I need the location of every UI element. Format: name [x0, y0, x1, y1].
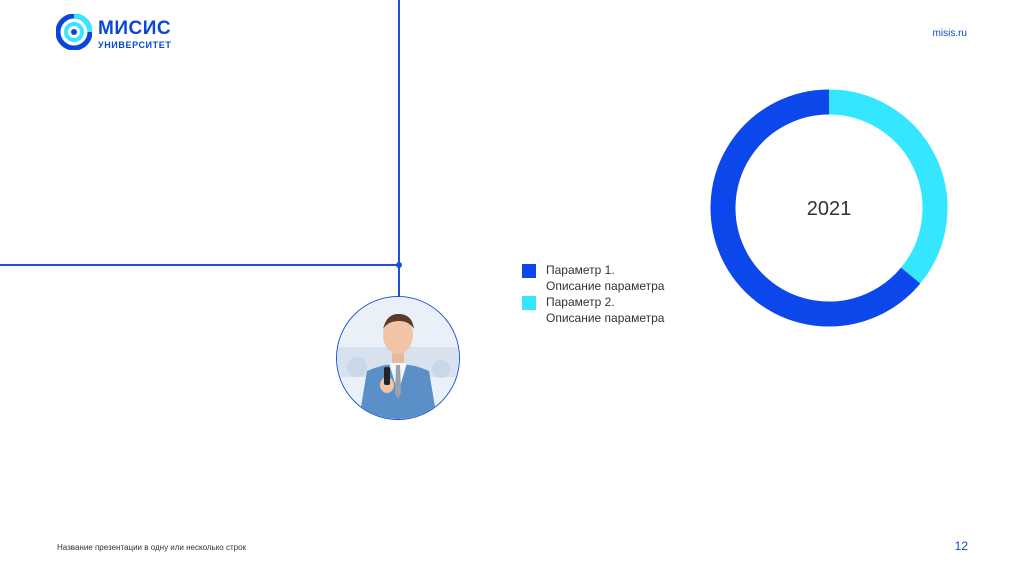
legend-item-name: Параметр 1.	[546, 263, 615, 277]
divider-junction-dot	[395, 261, 402, 268]
slide: МИСИС УНИВЕРСИТЕТ misis.ru Параметр 1. О…	[0, 0, 1024, 574]
donut-center-label: 2021	[806, 198, 852, 220]
page-number: 12	[954, 539, 968, 553]
misis-logo-icon	[56, 14, 92, 50]
site-link[interactable]: misis.ru	[933, 28, 967, 39]
donut-slice-2	[828, 89, 948, 284]
speaker-photo	[336, 296, 460, 420]
logo-title: МИСИС	[98, 18, 172, 39]
presentation-title: Название презентации в одну или нескольк…	[57, 543, 247, 552]
legend-swatch	[522, 296, 536, 310]
horizontal-divider	[0, 264, 399, 266]
misis-logo: МИСИС УНИВЕРСИТЕТ	[56, 14, 186, 54]
speaker-illustration	[337, 297, 459, 419]
legend-item-description: Описание параметра	[546, 279, 665, 293]
legend-swatch	[522, 264, 536, 278]
legend-item-description: Описание параметра	[546, 311, 665, 325]
legend-item-name: Параметр 2.	[546, 295, 615, 309]
logo-subtitle: УНИВЕРСИТЕТ	[98, 40, 172, 50]
